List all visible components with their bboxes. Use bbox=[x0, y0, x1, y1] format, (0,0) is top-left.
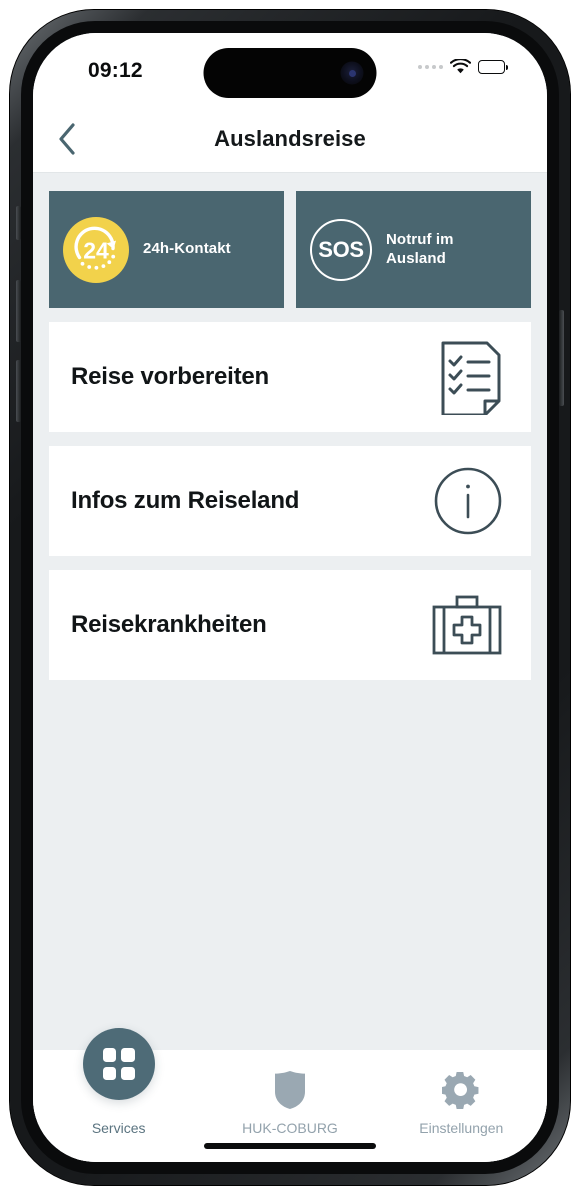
card-reise-vorbereiten[interactable]: Reise vorbereiten bbox=[49, 322, 531, 432]
card-title: Reisekrankheiten bbox=[71, 611, 267, 638]
power-button[interactable] bbox=[559, 310, 564, 406]
chevron-left-icon bbox=[59, 123, 75, 155]
back-button[interactable] bbox=[39, 105, 95, 173]
card-reisekrankheiten[interactable]: Reisekrankheiten bbox=[49, 570, 531, 680]
bottom-tab-bar: Services HUK-COBURG Einstellungen bbox=[33, 1028, 547, 1162]
sos-text: SOS bbox=[318, 236, 364, 262]
grid-squares-glyph bbox=[102, 1048, 135, 1080]
tab-label-huk-coburg: HUK-COBURG bbox=[242, 1120, 338, 1136]
tab-label-einstellungen: Einstellungen bbox=[419, 1120, 504, 1136]
silent-switch[interactable] bbox=[16, 206, 21, 240]
volume-down-button[interactable] bbox=[16, 360, 21, 422]
home-indicator[interactable] bbox=[204, 1143, 376, 1149]
phone-frame: 09:12 Auslandsreise 24 24h-Kontakt SOS N… bbox=[10, 10, 570, 1185]
svg-text:24: 24 bbox=[83, 237, 109, 263]
service-card-list: Reise vorbereiten Infos zum Reiseland Re… bbox=[49, 322, 531, 680]
quick-action-tiles: 24 24h-Kontakt SOS Notruf im Ausland bbox=[49, 191, 531, 308]
grid-squares-icon[interactable] bbox=[82, 1028, 155, 1100]
card-title: Infos zum Reiseland bbox=[71, 487, 300, 514]
gear-icon bbox=[442, 1064, 480, 1116]
dynamic-island bbox=[203, 48, 377, 98]
shield-icon bbox=[273, 1064, 307, 1116]
tile-label-notruf-line2: Ausland bbox=[386, 249, 446, 267]
checklist-document-icon bbox=[439, 339, 503, 415]
tile-label-notruf-line1: Notruf im bbox=[386, 231, 454, 249]
tab-huk-coburg[interactable]: HUK-COBURG bbox=[204, 1050, 375, 1136]
nav-header: Auslandsreise bbox=[33, 105, 547, 173]
volume-up-button[interactable] bbox=[16, 280, 21, 342]
first-aid-kit-icon bbox=[431, 594, 503, 656]
tile-notruf-ausland[interactable]: SOS Notruf im Ausland bbox=[296, 191, 531, 308]
page-title: Auslandsreise bbox=[214, 125, 366, 151]
sos-circle-icon: SOS bbox=[310, 218, 372, 281]
tile-label-24h: 24h-Kontakt bbox=[143, 240, 231, 258]
status-time: 09:12 bbox=[88, 59, 143, 82]
battery-full-icon bbox=[478, 59, 508, 74]
phone-screen: 09:12 Auslandsreise 24 24h-Kontakt SOS N… bbox=[33, 33, 547, 1162]
tile-24h-kontakt[interactable]: 24 24h-Kontakt bbox=[49, 191, 284, 308]
signal-dots-icon bbox=[418, 64, 443, 69]
info-circle-icon bbox=[433, 466, 503, 536]
clock-24h-icon: 24 bbox=[63, 216, 129, 283]
card-infos-reiseland[interactable]: Infos zum Reiseland bbox=[49, 446, 531, 556]
wifi-icon bbox=[450, 59, 471, 74]
tab-label-services: Services bbox=[91, 1120, 146, 1136]
status-bar: 09:12 bbox=[33, 33, 547, 105]
tab-einstellungen[interactable]: Einstellungen bbox=[376, 1050, 547, 1136]
tile-label-notruf: Notruf im Ausland bbox=[386, 231, 454, 268]
front-camera-icon bbox=[340, 61, 364, 85]
status-indicators bbox=[418, 59, 508, 74]
content-area: 24 24h-Kontakt SOS Notruf im Ausland Rei… bbox=[33, 173, 547, 1162]
tab-services[interactable]: Services bbox=[33, 1028, 204, 1136]
card-title: Reise vorbereiten bbox=[71, 363, 270, 390]
